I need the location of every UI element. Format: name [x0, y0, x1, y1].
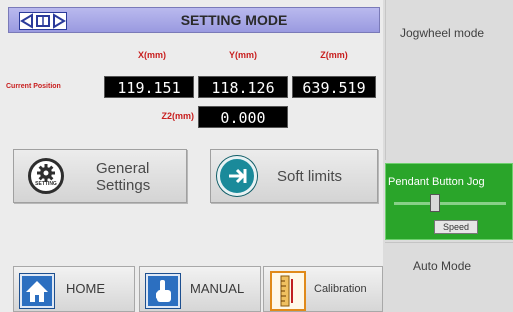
soft-limits-label: Soft limits	[277, 168, 343, 185]
z-position-readout: 639.519	[292, 76, 376, 98]
z2-position-readout: 0.000	[198, 106, 288, 128]
current-position-label: Current Position	[6, 83, 61, 90]
home-icon	[20, 274, 54, 308]
calibration-label: Calibration	[314, 283, 367, 295]
main-panel: SETTING MODE X(mm) Y(mm) Z(mm) Current P…	[0, 0, 383, 312]
gear-icon: SETTING	[28, 158, 64, 194]
arrow-right-circle-icon	[217, 156, 257, 196]
page-title: SETTING MODE	[180, 12, 288, 28]
mode-sidebar: Jogwheel mode Pendant Button Jog Speed A…	[383, 0, 513, 312]
speed-slider-track[interactable]	[394, 202, 506, 205]
home-label: HOME	[66, 281, 105, 296]
y-axis-label: Y(mm)	[228, 50, 257, 60]
z2-axis-label: Z2(mm)	[161, 111, 194, 121]
title-bar: SETTING MODE	[8, 7, 380, 33]
z-axis-label: Z(mm)	[320, 50, 348, 60]
x-axis-label: X(mm)	[137, 50, 166, 60]
speed-label: Speed	[434, 220, 478, 234]
pendant-button-jog-panel[interactable]: Pendant Button Jog Speed	[385, 163, 513, 240]
auto-mode-label: Auto Mode	[413, 259, 472, 273]
manual-label: MANUAL	[190, 281, 245, 296]
calibration-button[interactable]: Calibration	[263, 266, 383, 312]
general-settings-label-line1: General	[96, 160, 150, 177]
manual-button[interactable]: MANUAL	[139, 266, 261, 312]
hand-pointer-icon	[146, 274, 180, 308]
general-settings-button[interactable]: SETTING General Settings	[13, 149, 187, 203]
pendant-button-jog-label: Pendant Button Jog	[388, 176, 485, 188]
speed-slider-thumb[interactable]	[429, 194, 440, 212]
logo-icon	[19, 12, 67, 30]
soft-limits-button[interactable]: Soft limits	[210, 149, 378, 203]
general-settings-label-line2: Settings	[96, 177, 151, 194]
auto-mode-button[interactable]: Auto Mode	[385, 242, 513, 312]
gear-icon-caption: SETTING	[35, 181, 57, 187]
jogwheel-mode-button[interactable]: Jogwheel mode	[385, 0, 513, 160]
jogwheel-mode-label: Jogwheel mode	[400, 26, 485, 40]
ruler-icon	[270, 271, 306, 311]
y-position-readout: 118.126	[198, 76, 288, 98]
home-button[interactable]: HOME	[13, 266, 135, 312]
x-position-readout: 119.151	[104, 76, 194, 98]
